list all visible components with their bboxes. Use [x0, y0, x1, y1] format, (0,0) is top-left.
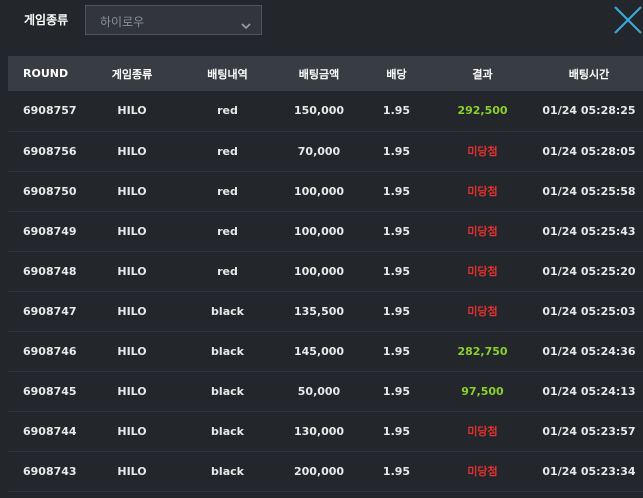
bet-history-table: ROUND 게임종류 배팅내역 배팅금액 배당 결과 배팅시간 6908757 H…	[8, 56, 643, 492]
amount-cell: 135,500	[293, 304, 345, 318]
time-cell: 01/24 05:24:13	[542, 384, 636, 398]
time-cell: 01/24 05:25:58	[542, 184, 636, 198]
bet-cell: red	[217, 144, 238, 158]
odds-cell: 1.95	[382, 224, 411, 238]
amount-cell: 200,000	[293, 464, 345, 478]
amount-cell: 100,000	[293, 264, 345, 278]
time-cell: 01/24 05:28:05	[542, 144, 636, 158]
round-cell: 6908748	[23, 264, 77, 278]
time-cell: 01/24 05:25:20	[542, 264, 636, 278]
odds-cell: 1.95	[382, 264, 411, 278]
round-cell: 6908743	[23, 464, 77, 478]
game-type-select[interactable]: 하이로우	[85, 5, 262, 35]
game-cell: HILO	[117, 344, 147, 358]
table-row: 6908756 HILO red 70,000 1.95 미당첨 01/24 05:28:0…	[8, 131, 643, 171]
bet-cell: black	[211, 344, 244, 358]
bet-cell: red	[217, 264, 238, 278]
header-game: 게임종류	[111, 67, 153, 81]
table-row: 6908757 HILO red 150,000 1.95 292,500 01/24 05…	[8, 91, 643, 131]
game-cell: HILO	[117, 184, 147, 198]
time-cell: 01/24 05:28:25	[542, 104, 636, 118]
bet-cell: black	[211, 304, 244, 318]
odds-cell: 1.95	[382, 464, 411, 478]
table-row: 6908749 HILO red 100,000 1.95 미당첨 01/24 05:25:…	[8, 211, 643, 251]
game-cell: HILO	[117, 424, 147, 438]
game-cell: HILO	[117, 264, 147, 278]
header-amount: 배팅금액	[298, 67, 340, 81]
result-cell: 미당첨	[467, 425, 498, 438]
odds-cell: 1.95	[382, 344, 411, 358]
game-cell: HILO	[117, 384, 147, 398]
bet-cell: black	[211, 464, 244, 478]
time-cell: 01/24 05:24:36	[542, 344, 636, 358]
result-cell: 미당첨	[467, 185, 498, 198]
table-row: 6908743 HILO black 200,000 1.95 미당첨 01/24 05:2…	[8, 451, 643, 491]
table-row: 6908747 HILO black 135,500 1.95 미당첨 01/24 05:2…	[8, 291, 643, 331]
result-cell: 292,500	[457, 104, 508, 118]
result-cell: 미당첨	[467, 305, 498, 318]
result-cell: 미당첨	[467, 145, 498, 158]
close-x-icon	[612, 6, 643, 40]
table-row: 6908750 HILO red 100,000 1.95 미당첨 01/24 05:25:…	[8, 171, 643, 211]
time-cell: 01/24 05:23:57	[542, 424, 636, 438]
table-row: 6908748 HILO red 100,000 1.95 미당첨 01/24 05:25:…	[8, 251, 643, 291]
result-cell: 97,500	[461, 384, 504, 398]
time-cell: 01/24 05:25:03	[542, 304, 636, 318]
round-cell: 6908744	[23, 424, 77, 438]
header-round: ROUND	[23, 67, 69, 80]
game-cell: HILO	[117, 104, 147, 118]
odds-cell: 1.95	[382, 104, 411, 118]
game-type-label: 게임종류	[24, 13, 69, 27]
game-cell: HILO	[117, 144, 147, 158]
game-type-selected-value: 하이로우	[100, 15, 145, 29]
round-cell: 6908757	[23, 104, 77, 118]
table-row: 6908746 HILO black 145,000 1.95 282,750 01/24 …	[8, 331, 643, 371]
bet-cell: red	[217, 224, 238, 238]
round-cell: 6908756	[23, 144, 77, 158]
odds-cell: 1.95	[382, 384, 411, 398]
amount-cell: 70,000	[297, 144, 341, 158]
table-header: ROUND 게임종류 배팅내역 배팅금액 배당 결과 배팅시간	[8, 56, 643, 91]
bet-cell: black	[211, 384, 244, 398]
table-row: 6908744 HILO black 130,000 1.95 미당첨 01/24 05:2…	[8, 411, 643, 451]
bet-cell: black	[211, 424, 244, 438]
odds-cell: 1.95	[382, 304, 411, 318]
round-cell: 6908747	[23, 304, 77, 318]
header-result: 결과	[472, 67, 493, 81]
header-bet: 배팅내역	[207, 67, 248, 81]
amount-cell: 50,000	[297, 384, 341, 398]
odds-cell: 1.95	[382, 184, 411, 198]
header-odds: 배당	[386, 67, 407, 81]
chevron-down-icon	[241, 15, 251, 34]
header-time: 배팅시간	[568, 67, 610, 81]
game-cell: HILO	[117, 224, 147, 238]
time-cell: 01/24 05:25:43	[542, 224, 636, 238]
amount-cell: 145,000	[293, 344, 345, 358]
bet-cell: red	[217, 184, 238, 198]
amount-cell: 100,000	[293, 224, 345, 238]
game-cell: HILO	[117, 464, 147, 478]
amount-cell: 130,000	[293, 424, 345, 438]
result-cell: 282,750	[457, 344, 508, 358]
odds-cell: 1.95	[382, 424, 411, 438]
amount-cell: 100,000	[293, 184, 345, 198]
odds-cell: 1.95	[382, 144, 411, 158]
filter-bar: 게임종류 하이로우	[0, 0, 643, 48]
game-cell: HILO	[117, 304, 147, 318]
time-cell: 01/24 05:23:34	[542, 464, 636, 478]
table-body: 6908757 HILO red 150,000 1.95 292,500 01/24 05…	[8, 91, 643, 491]
round-cell: 6908749	[23, 224, 77, 238]
result-cell: 미당첨	[467, 265, 498, 278]
result-cell: 미당첨	[467, 465, 498, 478]
bet-cell: red	[217, 104, 238, 118]
close-button[interactable]	[612, 4, 643, 36]
amount-cell: 150,000	[293, 104, 345, 118]
round-cell: 6908746	[23, 344, 77, 358]
round-cell: 6908745	[23, 384, 77, 398]
table-row: 6908745 HILO black 50,000 1.95 97,500 01/24 05…	[8, 371, 643, 411]
result-cell: 미당첨	[467, 225, 498, 238]
round-cell: 6908750	[23, 184, 77, 198]
